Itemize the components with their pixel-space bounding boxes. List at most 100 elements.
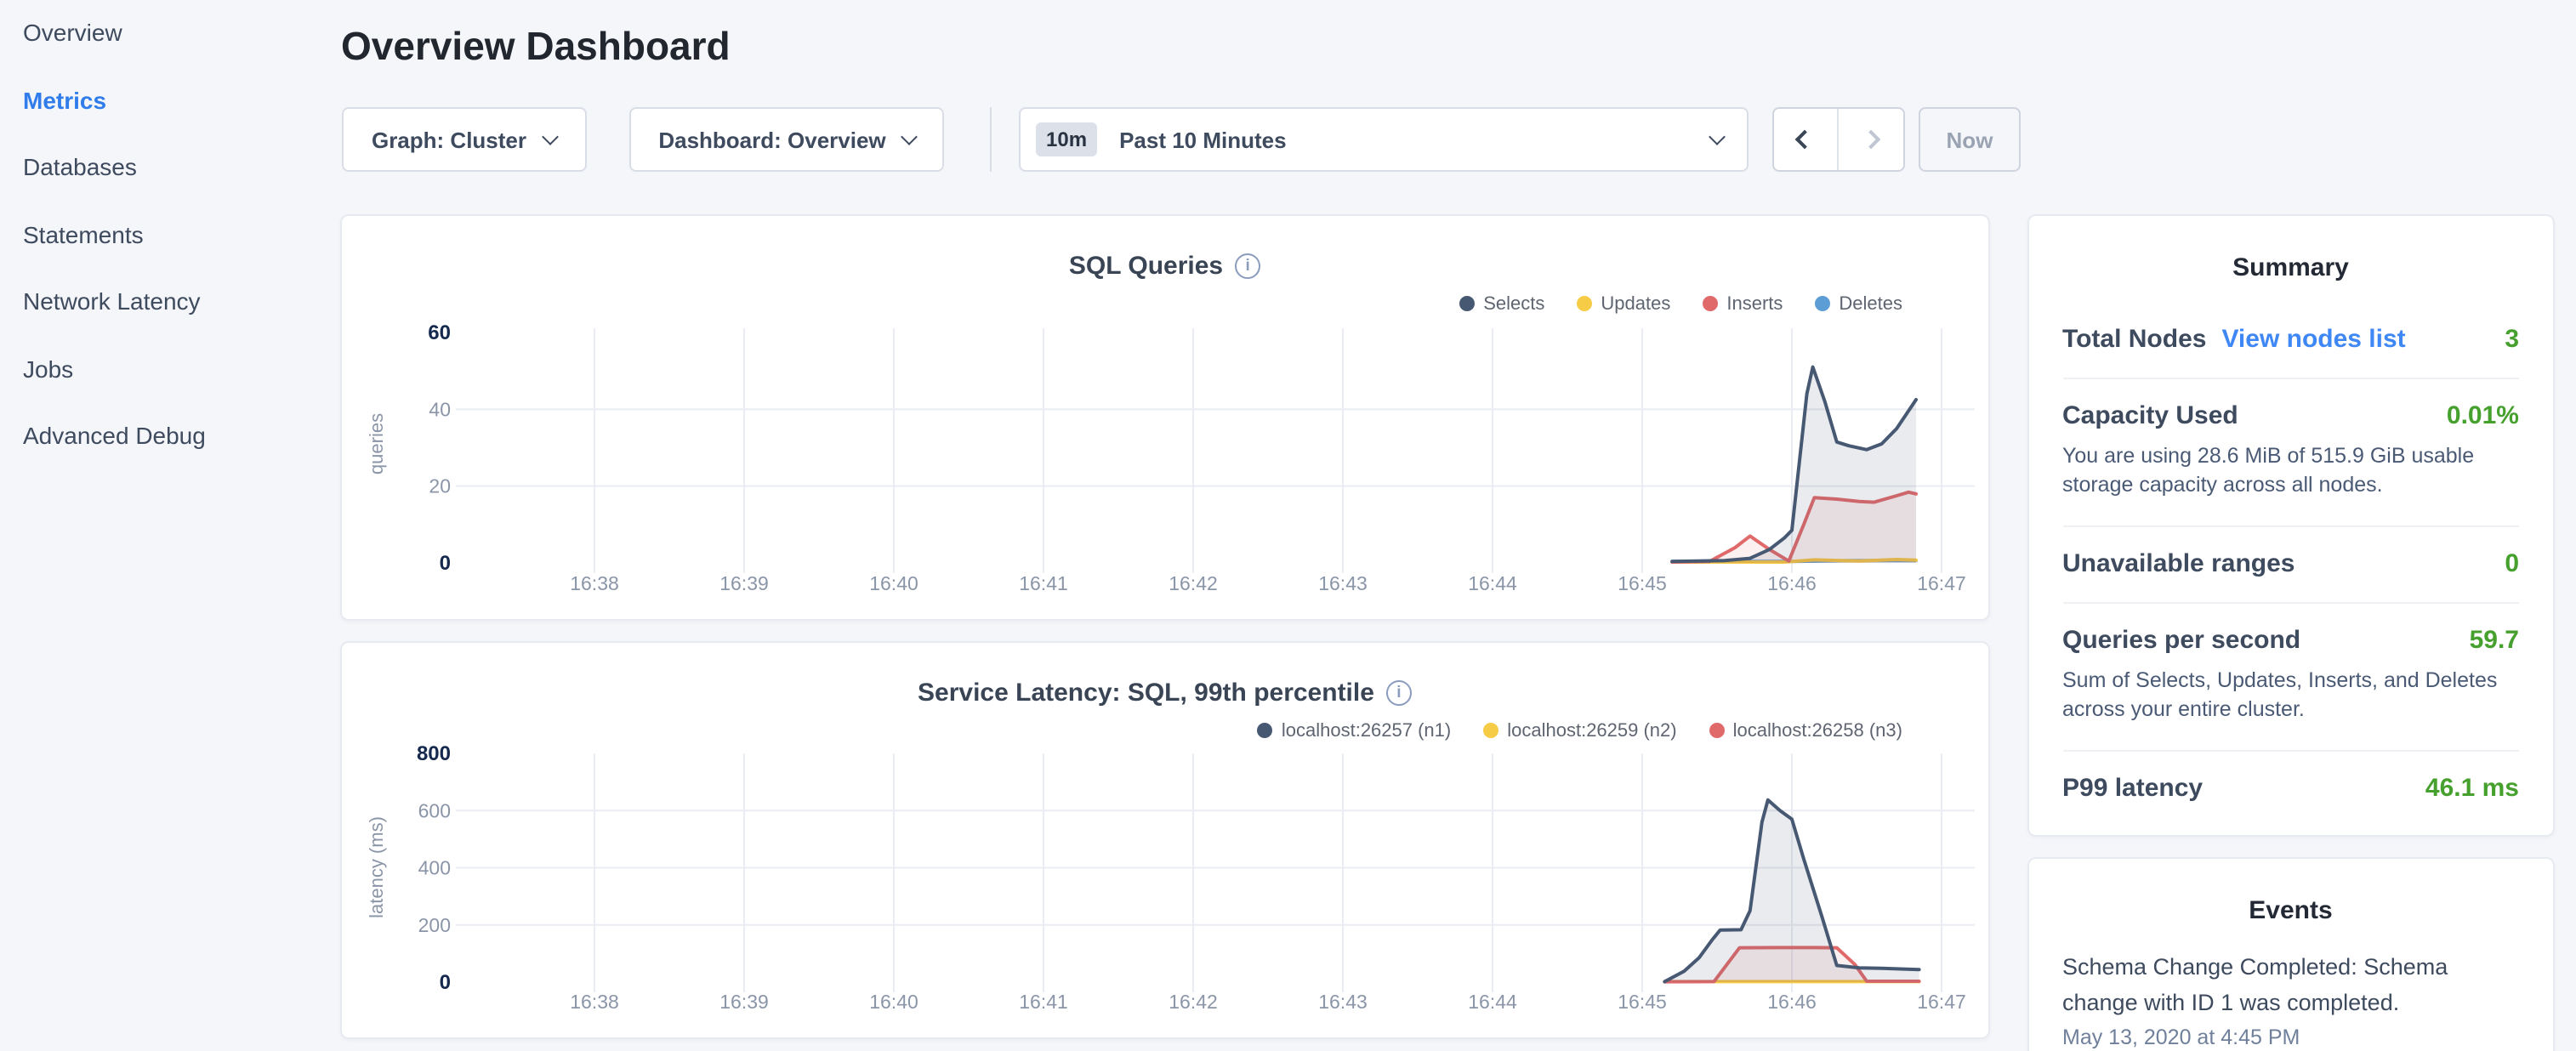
svg-text:16:47: 16:47 (1917, 571, 1966, 594)
summary-row-value: 0 (2505, 548, 2519, 577)
svg-text:16:39: 16:39 (719, 990, 769, 1012)
event-item[interactable]: Schema Change Completed: Schema change w… (2062, 948, 2519, 1048)
time-forward-button[interactable] (1837, 109, 1902, 170)
legend-label: localhost:26258 (n3) (1733, 720, 1902, 741)
svg-text:latency (ms): latency (ms) (366, 815, 387, 917)
svg-text:16:39: 16:39 (719, 571, 769, 594)
legend-item: localhost:26258 (n3) (1709, 720, 1902, 741)
legend-dot-icon (1577, 296, 1592, 311)
sidebar-item[interactable]: Jobs (0, 336, 340, 403)
page-title: Overview Dashboard (341, 24, 731, 70)
summary-panel: Summary Total Nodes View nodes list 3 Ca… (2027, 213, 2555, 836)
svg-text:16:41: 16:41 (1019, 990, 1068, 1012)
now-button[interactable]: Now (1919, 107, 2021, 172)
chevron-left-icon (1795, 130, 1815, 150)
svg-text:16:45: 16:45 (1618, 990, 1667, 1012)
legend-item: Deletes (1815, 293, 1902, 314)
svg-text:16:38: 16:38 (570, 571, 619, 594)
time-step-buttons (1771, 107, 1904, 172)
sidebar-item[interactable]: Databases (0, 134, 340, 202)
summary-row: Queries per second 59.7 Sum of Selects, … (2062, 603, 2519, 751)
time-range-selector[interactable]: 10m Past 10 Minutes (1019, 107, 1748, 172)
service-latency-chart-card: Service Latency: SQL, 99th percentile i … (340, 640, 1989, 1039)
legend-item: Selects (1459, 293, 1544, 314)
chevron-down-icon (1708, 128, 1725, 145)
summary-row-label: Capacity Used (2062, 401, 2238, 429)
legend-dot-icon (1709, 723, 1725, 738)
events-title: Events (2028, 858, 2553, 924)
chevron-right-icon (1861, 130, 1880, 150)
legend-label: Updates (1601, 293, 1670, 314)
svg-text:400: 400 (418, 856, 451, 878)
sidebar-item[interactable]: Advanced Debug (0, 403, 340, 470)
legend-label: localhost:26259 (n2) (1507, 720, 1676, 741)
svg-text:queries: queries (366, 412, 387, 474)
chart-legend: localhost:26257 (n1) localhost:26259 (n2)… (1258, 720, 1902, 741)
summary-row: Capacity Used 0.01% You are using 28.6 M… (2062, 378, 2519, 526)
events-panel: Events Schema Change Completed: Schema c… (2027, 856, 2555, 1051)
svg-text:16:41: 16:41 (1019, 571, 1068, 594)
summary-row-subtext: Sum of Selects, Updates, Inserts, and De… (2062, 666, 2519, 725)
svg-text:16:43: 16:43 (1318, 990, 1368, 1012)
svg-text:60: 60 (428, 321, 451, 344)
legend-dot-icon (1258, 723, 1273, 738)
legend-dot-icon (1459, 296, 1475, 311)
summary-row-label: Queries per second (2062, 625, 2300, 654)
dashboard-dropdown[interactable]: Dashboard: Overview (629, 107, 944, 172)
info-icon[interactable]: i (1386, 679, 1412, 705)
event-text: Schema Change Completed: Schema change w… (2062, 948, 2457, 1021)
chevron-down-icon (541, 128, 558, 145)
chart-title: SQL Queries (1069, 251, 1223, 280)
info-icon[interactable]: i (1235, 253, 1260, 278)
svg-text:16:43: 16:43 (1318, 571, 1368, 594)
summary-row-label: Unavailable ranges (2062, 548, 2295, 577)
summary-row: P99 latency 46.1 ms (2062, 751, 2519, 826)
graph-dropdown-label: Graph: Cluster (372, 127, 526, 152)
summary-row-value: 46.1 ms (2425, 773, 2519, 802)
sql-queries-plot[interactable]: 0 20 40 60 16:38 16:39 16:40 16:41 16:42 16:43 16:… (342, 317, 1991, 623)
summary-row-value: 0.01% (2447, 401, 2519, 429)
svg-text:800: 800 (417, 744, 451, 764)
svg-text:16:42: 16:42 (1169, 571, 1218, 594)
legend-label: Inserts (1726, 293, 1783, 314)
dashboard-dropdown-label: Dashboard: Overview (658, 127, 885, 152)
legend-dot-icon (1703, 296, 1718, 311)
sql-queries-chart-card: SQL Queries i Selects Updates Inserts Delet… (340, 213, 1989, 621)
time-back-button[interactable] (1773, 109, 1837, 170)
legend-label: Deletes (1839, 293, 1902, 314)
sidebar-item[interactable]: Network Latency (0, 269, 340, 336)
sidebar-item-label: Databases (23, 153, 137, 180)
legend-label: Selects (1483, 293, 1544, 314)
sidebar-item[interactable]: Overview (0, 0, 340, 67)
svg-text:16:40: 16:40 (869, 990, 918, 1012)
svg-text:16:44: 16:44 (1468, 990, 1517, 1012)
svg-text:0: 0 (440, 551, 451, 574)
service-latency-plot[interactable]: 020040060080016:3816:3916:4016:4116:4216… (342, 744, 1991, 1042)
time-range-label: Past 10 Minutes (1119, 127, 1287, 152)
graph-dropdown[interactable]: Graph: Cluster (341, 107, 586, 172)
legend-dot-icon (1815, 296, 1830, 311)
view-nodes-list-link[interactable]: View nodes list (2221, 324, 2405, 353)
svg-text:16:44: 16:44 (1468, 571, 1517, 594)
svg-text:40: 40 (429, 397, 451, 419)
summary-row-value: 59.7 (2470, 625, 2519, 654)
svg-text:200: 200 (418, 913, 451, 935)
svg-text:16:38: 16:38 (570, 990, 619, 1012)
svg-text:16:45: 16:45 (1618, 571, 1667, 594)
legend-item: Inserts (1703, 293, 1783, 314)
svg-text:20: 20 (429, 474, 451, 497)
chart-legend: Selects Updates Inserts Deletes (1459, 293, 1902, 314)
svg-text:16:40: 16:40 (869, 571, 918, 594)
sidebar-item[interactable]: Statements (0, 202, 340, 269)
legend-dot-icon (1483, 723, 1498, 738)
svg-text:16:46: 16:46 (1767, 571, 1817, 594)
time-window-badge: 10m (1036, 122, 1097, 156)
summary-title: Summary (2028, 215, 2553, 281)
summary-row-subtext: You are using 28.6 MiB of 515.9 GiB usab… (2062, 441, 2519, 501)
sidebar-item[interactable]: Metrics (0, 67, 340, 134)
legend-item: localhost:26257 (n1) (1258, 720, 1451, 741)
summary-row-label: P99 latency (2062, 773, 2203, 802)
sidebar-item-label: Network Latency (23, 287, 201, 315)
sidebar: Overview Metrics Databases Statements Ne… (0, 0, 340, 1051)
overview-dashboard-screen: Overview Metrics Databases Statements Ne… (0, 0, 2576, 1051)
